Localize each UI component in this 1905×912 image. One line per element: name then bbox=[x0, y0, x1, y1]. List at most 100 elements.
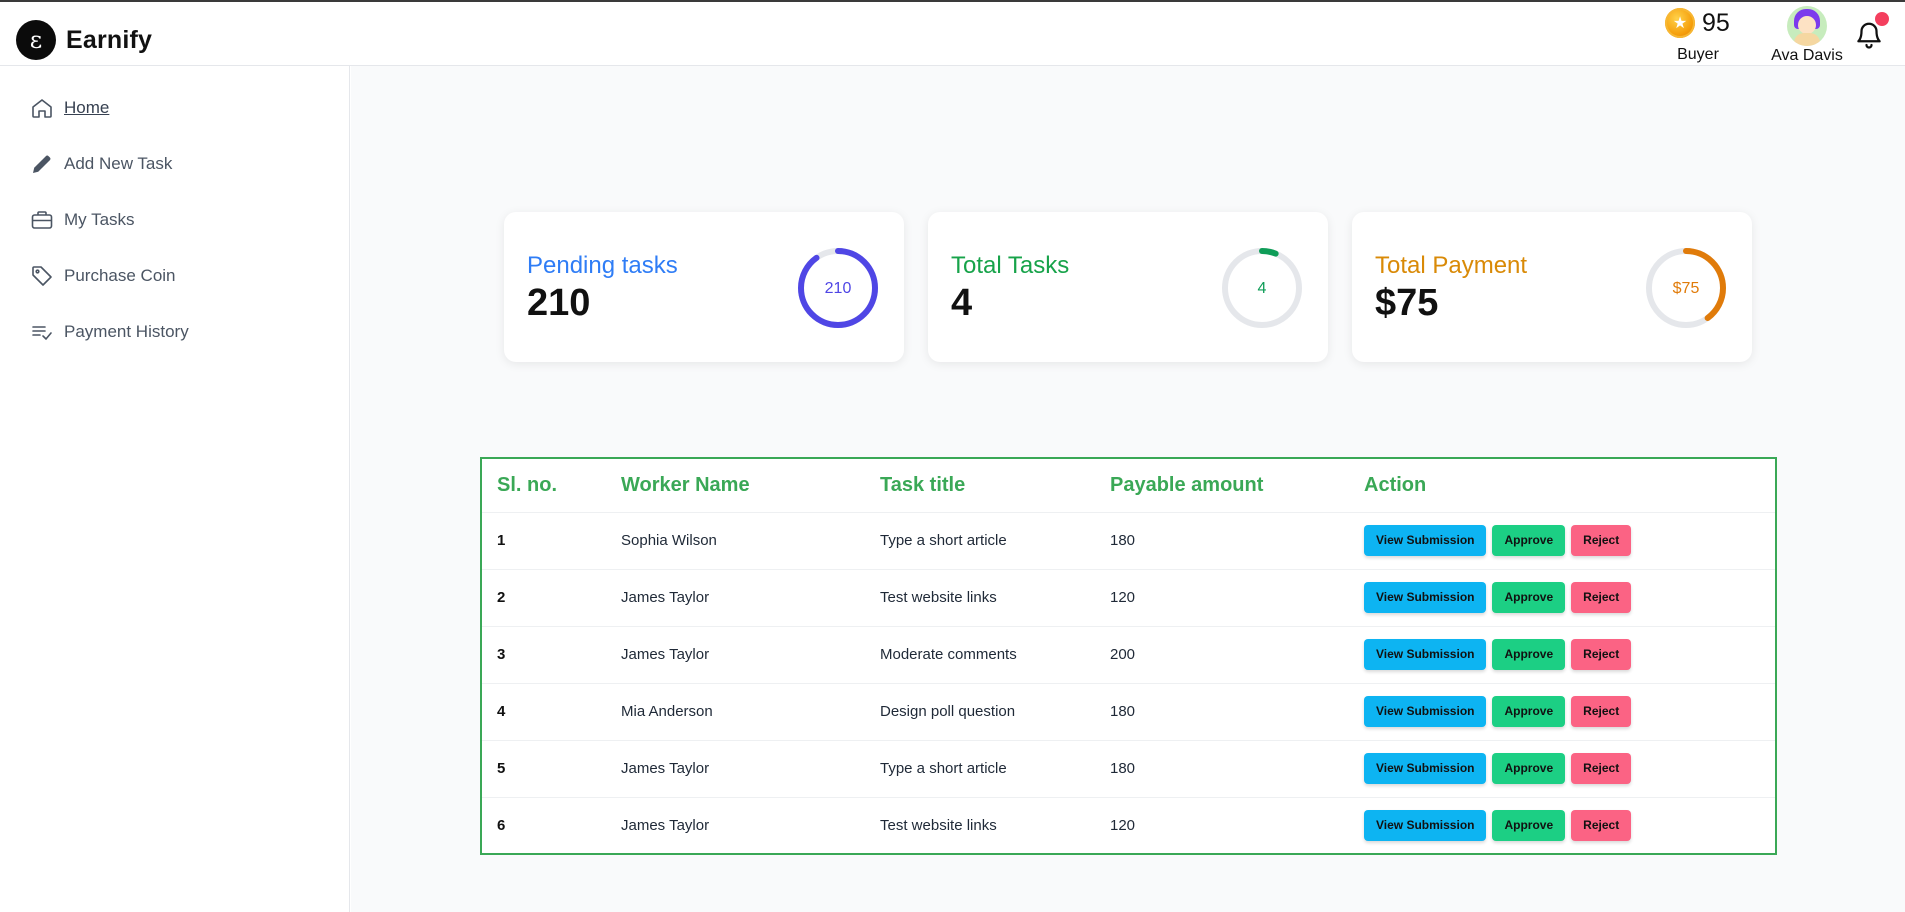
brand-logo: ε bbox=[16, 20, 56, 60]
header-worker-name: Worker Name bbox=[606, 459, 865, 513]
progress-ring: 4 bbox=[1222, 248, 1302, 328]
stat-card-total-tasks: Total Tasks 4 4 bbox=[928, 212, 1328, 362]
brand-name: Earnify bbox=[66, 25, 153, 54]
progress-ring: $75 bbox=[1646, 248, 1726, 328]
stat-card-total-payment: Total Payment $75 $75 bbox=[1352, 212, 1752, 362]
table-row: 4 Mia Anderson Design poll question 180 … bbox=[482, 683, 1775, 741]
cell-actions: View Submission Approve Reject bbox=[1349, 797, 1775, 854]
top-header: ε Earnify ★ 95 Buyer Ava Davis bbox=[0, 2, 1905, 66]
approve-button[interactable]: Approve bbox=[1492, 696, 1566, 727]
header-payable-amount: Payable amount bbox=[1095, 459, 1349, 513]
view-submission-button[interactable]: View Submission bbox=[1364, 810, 1487, 842]
main-content: Pending tasks 210 210 Total Tasks 4 4 To… bbox=[351, 66, 1905, 912]
avatar[interactable] bbox=[1787, 6, 1827, 46]
cell-actions: View Submission Approve Reject bbox=[1349, 740, 1775, 798]
approve-button[interactable]: Approve bbox=[1492, 753, 1566, 784]
coin-count: 95 bbox=[1702, 8, 1730, 37]
cell-actions: View Submission Approve Reject bbox=[1349, 512, 1775, 570]
reject-button[interactable]: Reject bbox=[1571, 810, 1632, 842]
view-submission-button[interactable]: View Submission bbox=[1364, 753, 1487, 784]
reject-button[interactable]: Reject bbox=[1571, 639, 1632, 670]
cell-actions: View Submission Approve Reject bbox=[1349, 683, 1775, 741]
cell-sl: 4 bbox=[482, 683, 606, 741]
briefcase-icon bbox=[30, 208, 54, 232]
cell-worker: James Taylor bbox=[621, 817, 710, 835]
cell-task: Test website links bbox=[865, 569, 1095, 627]
home-icon bbox=[30, 96, 54, 120]
cell-amount: 120 bbox=[1110, 817, 1136, 835]
sidebar-item-home[interactable]: Home bbox=[30, 94, 109, 122]
ring-label: 4 bbox=[1258, 280, 1267, 297]
reject-button[interactable]: Reject bbox=[1571, 753, 1632, 784]
approve-button[interactable]: Approve bbox=[1492, 525, 1566, 556]
view-submission-button[interactable]: View Submission bbox=[1364, 582, 1487, 613]
sidebar-item-label: Payment History bbox=[64, 322, 189, 341]
sidebar-item-label: Home bbox=[64, 98, 110, 117]
cell-worker: James Taylor bbox=[606, 740, 865, 798]
table-row: 1 Sophia Wilson Type a short article 180… bbox=[482, 512, 1775, 570]
cell-sl: 3 bbox=[482, 626, 606, 684]
sidebar-item-label: My Tasks bbox=[64, 210, 135, 229]
notification-dot bbox=[1875, 12, 1889, 26]
view-submission-button[interactable]: View Submission bbox=[1364, 696, 1487, 727]
user-name: Ava Davis bbox=[1771, 47, 1843, 64]
cell-task: Test website links bbox=[880, 817, 997, 835]
cell-amount: 180 bbox=[1095, 683, 1349, 741]
stat-value: 210 bbox=[527, 282, 591, 324]
role-label: Buyer bbox=[1677, 46, 1719, 63]
sidebar: Home Add New Task My Tasks Purchase Coin… bbox=[0, 66, 350, 912]
cell-worker: James Taylor bbox=[606, 569, 865, 627]
sidebar-item-label: Purchase Coin bbox=[64, 266, 176, 285]
table-row: 2 James Taylor Test website links 120 Vi… bbox=[482, 569, 1775, 627]
cell-amount: 200 bbox=[1095, 626, 1349, 684]
progress-ring: 210 bbox=[798, 248, 878, 328]
cell-task: Design poll question bbox=[865, 683, 1095, 741]
cell-task: Type a short article bbox=[865, 740, 1095, 798]
header-action: Action bbox=[1349, 459, 1775, 513]
stat-title: Pending tasks bbox=[527, 252, 678, 279]
coin-balance: ★ 95 Buyer bbox=[1665, 8, 1731, 64]
table-row: 6 James Taylor Test website links 120 Vi… bbox=[482, 797, 1775, 854]
cell-actions: View Submission Approve Reject bbox=[1349, 626, 1775, 684]
view-submission-button[interactable]: View Submission bbox=[1364, 525, 1487, 556]
tag-icon bbox=[30, 264, 54, 288]
cell-worker: Sophia Wilson bbox=[606, 512, 865, 570]
cell-sl: 2 bbox=[482, 569, 606, 627]
ring-label: $75 bbox=[1673, 280, 1700, 297]
stat-title: Total Payment bbox=[1375, 252, 1528, 279]
reject-button[interactable]: Reject bbox=[1571, 582, 1632, 613]
star-coin-icon: ★ bbox=[1665, 8, 1695, 38]
header-sl-no: Sl. no. bbox=[482, 459, 606, 513]
sidebar-item-add-new-task[interactable]: Add New Task bbox=[30, 150, 172, 178]
stat-card-pending: Pending tasks 210 210 bbox=[504, 212, 904, 362]
view-submission-button[interactable]: View Submission bbox=[1364, 639, 1487, 670]
submissions-table: Sl. no. Worker Name Task title Payable a… bbox=[480, 457, 1777, 855]
sidebar-item-label: Add New Task bbox=[64, 154, 173, 173]
reject-button[interactable]: Reject bbox=[1571, 525, 1632, 556]
list-check-icon bbox=[30, 320, 54, 344]
reject-button[interactable]: Reject bbox=[1571, 696, 1632, 727]
approve-button[interactable]: Approve bbox=[1492, 639, 1566, 670]
cell-worker: James Taylor bbox=[606, 626, 865, 684]
pencil-icon bbox=[30, 152, 54, 176]
cell-sl: 6 bbox=[497, 817, 506, 835]
sidebar-item-my-tasks[interactable]: My Tasks bbox=[30, 206, 135, 234]
brand[interactable]: ε Earnify bbox=[16, 20, 152, 60]
cell-amount: 120 bbox=[1095, 569, 1349, 627]
cell-task: Moderate comments bbox=[865, 626, 1095, 684]
cell-task: Type a short article bbox=[865, 512, 1095, 570]
cell-worker: Mia Anderson bbox=[606, 683, 865, 741]
approve-button[interactable]: Approve bbox=[1492, 582, 1566, 613]
ring-label: 210 bbox=[825, 280, 852, 297]
cell-sl: 1 bbox=[482, 512, 606, 570]
approve-button[interactable]: Approve bbox=[1492, 810, 1566, 842]
table-header-row: Sl. no. Worker Name Task title Payable a… bbox=[482, 459, 1775, 513]
stat-value: $75 bbox=[1375, 282, 1439, 324]
table-row: 5 James Taylor Type a short article 180 … bbox=[482, 740, 1775, 798]
user-profile[interactable]: Ava Davis bbox=[1752, 6, 1862, 66]
cell-amount: 180 bbox=[1095, 512, 1349, 570]
sidebar-item-purchase-coin[interactable]: Purchase Coin bbox=[30, 262, 176, 290]
stat-title: Total Tasks bbox=[951, 252, 1070, 279]
sidebar-item-payment-history[interactable]: Payment History bbox=[30, 318, 189, 346]
table-row: 3 James Taylor Moderate comments 200 Vie… bbox=[482, 626, 1775, 684]
